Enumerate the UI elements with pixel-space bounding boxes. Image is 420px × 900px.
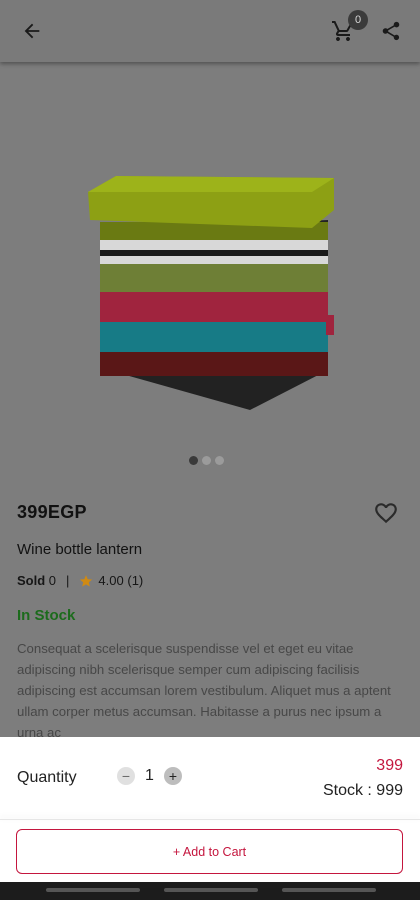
favorite-heart-icon[interactable] (372, 500, 400, 526)
system-nav-recents[interactable] (282, 888, 376, 892)
product-description: Consequat a scelerisque suspendisse vel … (17, 641, 391, 740)
system-nav-back[interactable] (46, 888, 140, 892)
add-to-cart-sheet: Quantity − 1 + 399 Stock : 999 + Add to … (0, 737, 420, 900)
image-pager[interactable] (189, 456, 224, 465)
product-price: 399EGP (17, 502, 87, 522)
back-button[interactable] (17, 16, 47, 46)
quantity-value: 1 (145, 767, 154, 784)
product-name: Wine bottle lantern (17, 541, 143, 558)
decrease-quantity-button[interactable]: − (117, 767, 135, 785)
share-button[interactable] (376, 16, 406, 46)
cart-count-badge: 0 (348, 10, 368, 30)
share-icon (382, 21, 400, 41)
pager-dot[interactable] (202, 456, 211, 465)
app-bar: 0 (0, 0, 420, 62)
product-meta: Sold 0 | 4.00 (1) (17, 573, 143, 588)
sold-count: 0 (48, 573, 57, 588)
sold-label: Sold (17, 573, 46, 588)
stock-status: In Stock (17, 607, 76, 624)
system-navigation-bar (0, 882, 420, 900)
meta-separator: | (66, 573, 70, 588)
sheet-price: 399 (376, 757, 403, 774)
sheet-stock: Stock : 999 (322, 782, 403, 799)
sheet-divider (0, 819, 420, 820)
pager-dot[interactable] (189, 456, 198, 465)
system-nav-home[interactable] (164, 888, 258, 892)
arrow-left-icon (24, 23, 40, 39)
pager-dot[interactable] (215, 456, 224, 465)
quantity-label: Quantity (17, 769, 77, 786)
rating-count: (1) (127, 573, 144, 588)
quantity-stepper: − 1 + (117, 767, 182, 785)
rating-value: 4.00 (98, 573, 124, 588)
increase-quantity-button[interactable]: + (163, 767, 182, 785)
star-icon (79, 574, 93, 588)
add-to-cart-button[interactable]: + Add to Cart (16, 829, 403, 874)
product-image[interactable] (80, 170, 342, 420)
